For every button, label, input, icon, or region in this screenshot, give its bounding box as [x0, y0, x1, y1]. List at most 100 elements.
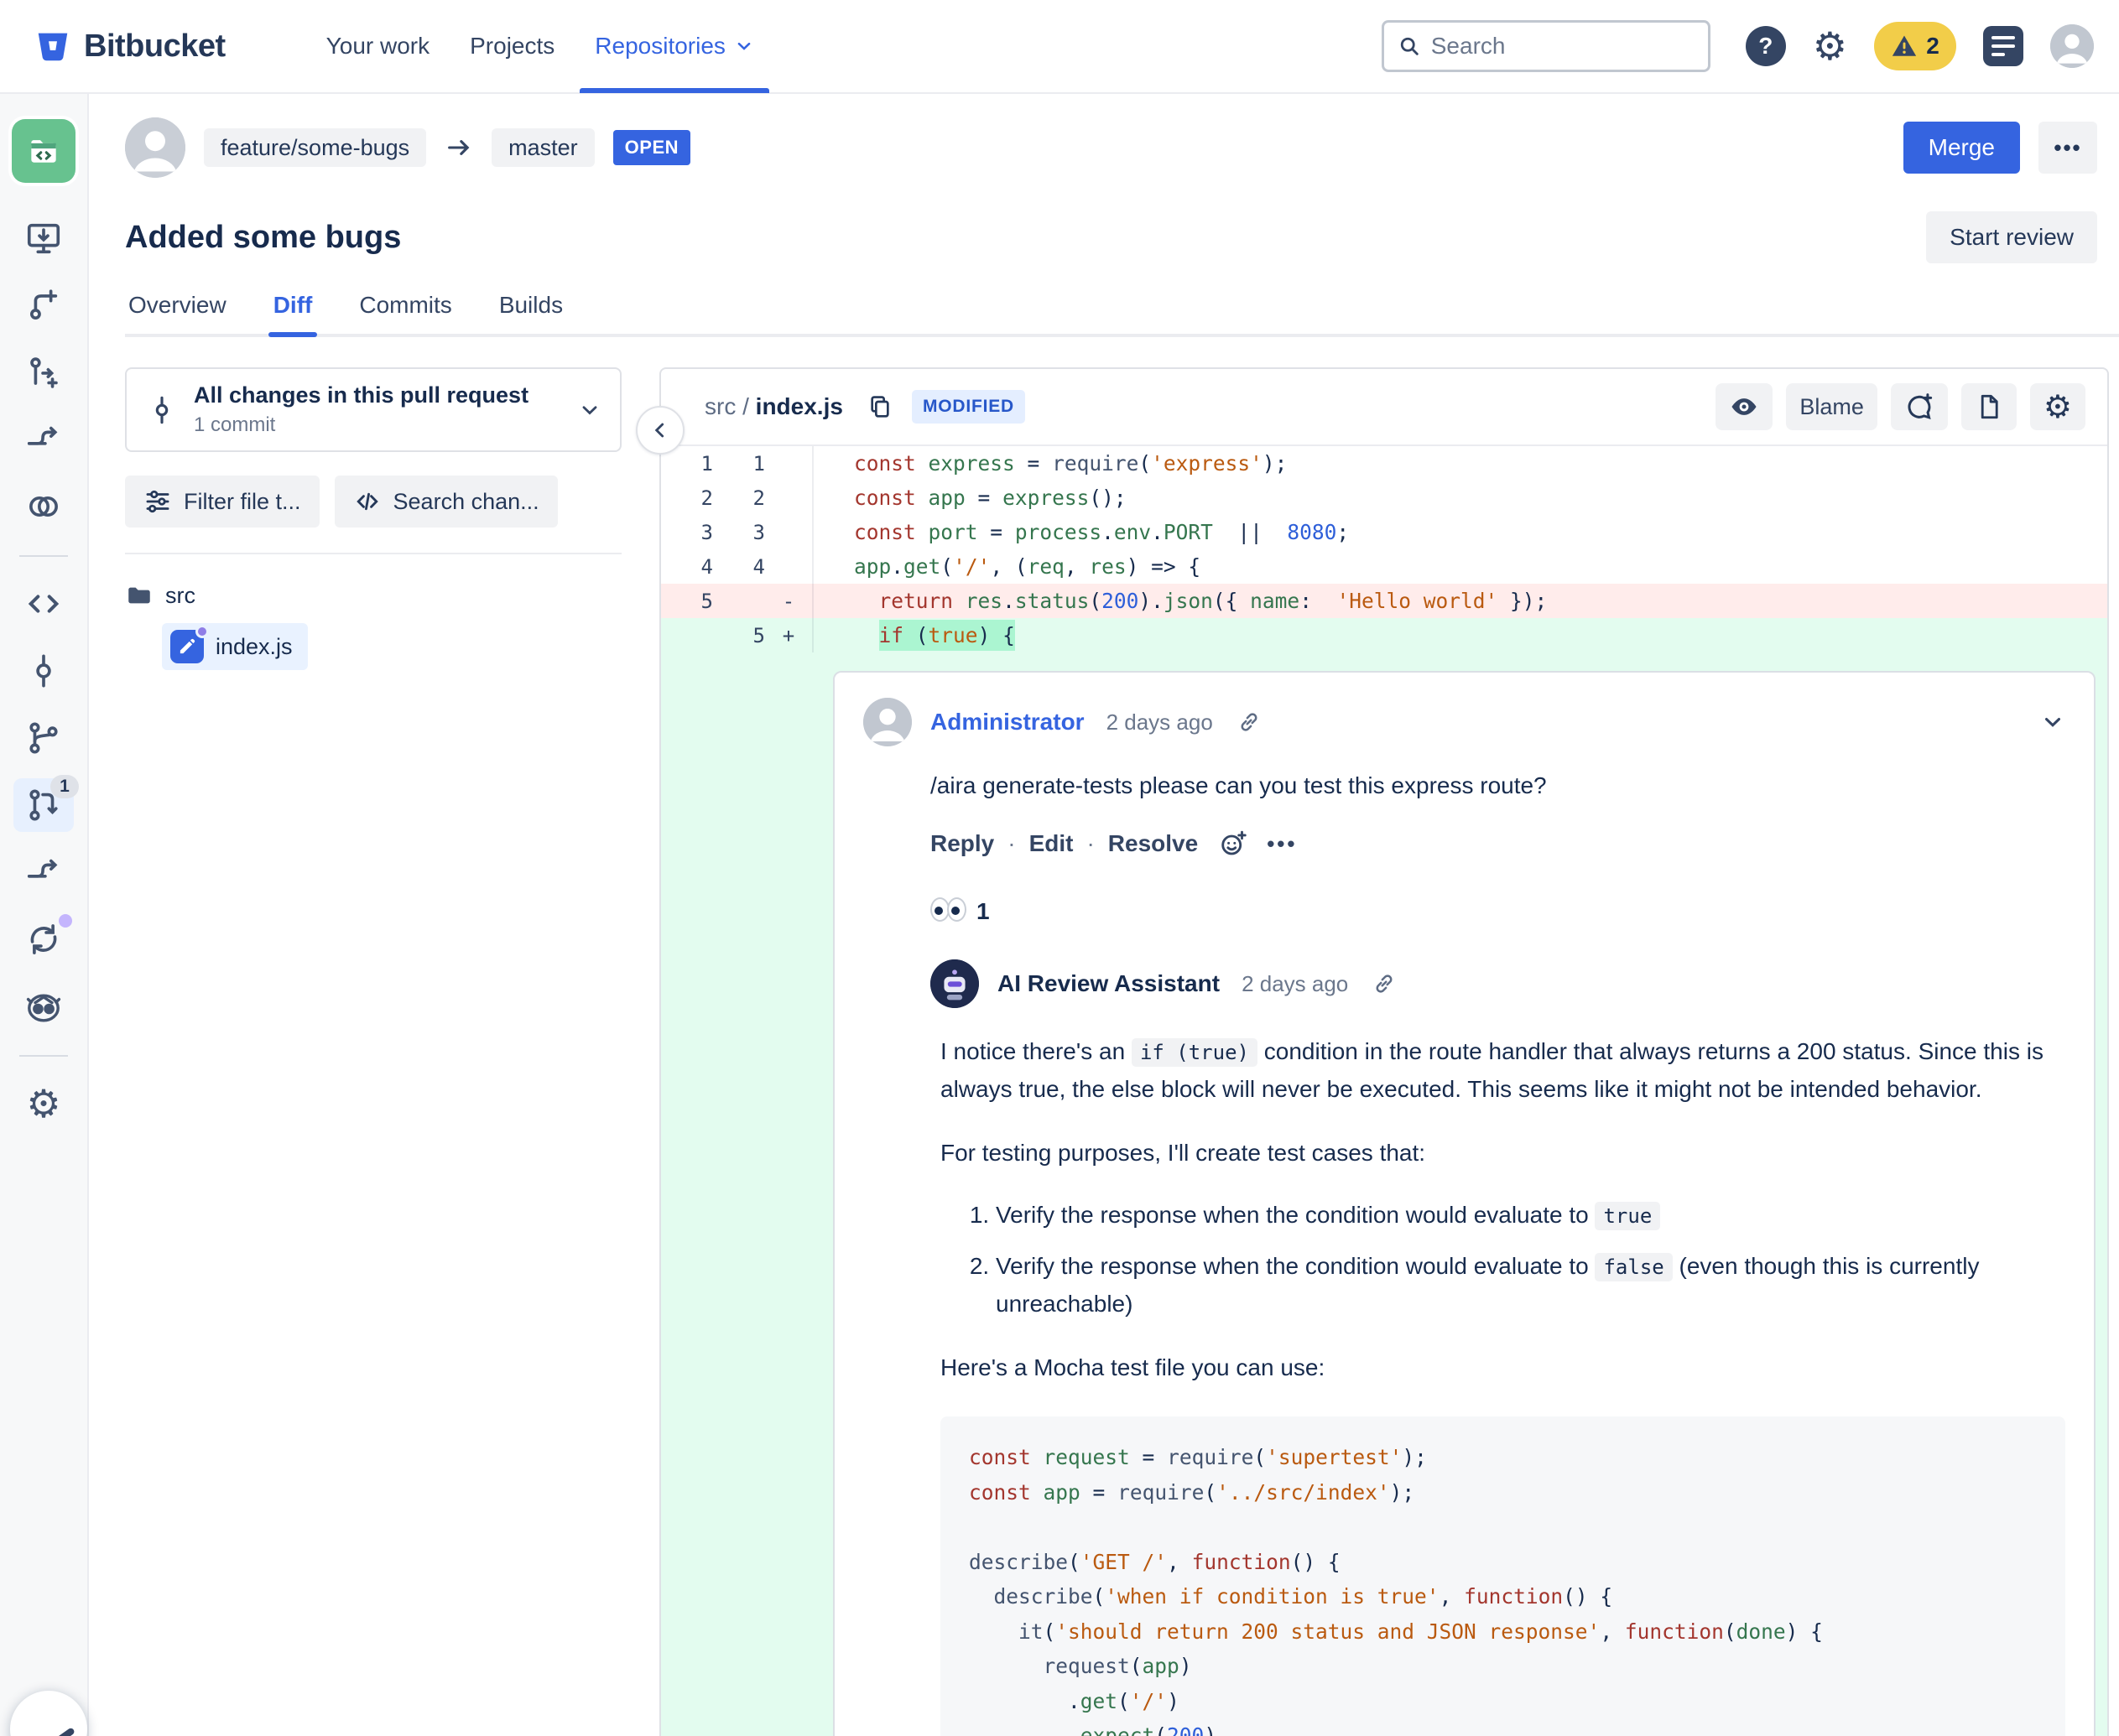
search-changes-button[interactable]: Search chan... — [334, 476, 558, 528]
reply-action[interactable]: Reply — [930, 830, 994, 857]
view-source-file-button[interactable] — [1960, 383, 2017, 430]
changed-files-panel: All changes in this pull request 1 commi… — [125, 367, 622, 670]
reply-paragraph: Here's a Mocha test file you can use: — [940, 1354, 1325, 1380]
code-line: const app = require('../src/index'); — [969, 1479, 1415, 1505]
pr-author-avatar — [125, 117, 185, 178]
add-comment-button[interactable] — [1890, 383, 1948, 430]
diff-line-content: app. get('/', (req, res) => { — [812, 549, 2107, 584]
search-input[interactable] — [1430, 33, 1695, 60]
reaction-pill[interactable]: 1 — [930, 897, 2065, 926]
nav-item-projects[interactable]: Projects — [450, 0, 575, 93]
action-separator: · — [1007, 830, 1016, 856]
edit-action[interactable]: Edit — [1029, 830, 1074, 857]
sidebar-create-branch-icon[interactable] — [13, 278, 74, 332]
sidebar-source-icon[interactable] — [13, 577, 74, 631]
tab-overview[interactable]: Overview — [128, 292, 226, 319]
diff-sign: - — [782, 589, 795, 613]
warnings-button[interactable]: 2 — [1874, 22, 1956, 70]
diff-line[interactable]: 5 + if (true) { — [661, 618, 2107, 652]
tab-commits[interactable]: Commits — [359, 292, 451, 319]
tab-diff[interactable]: Diff — [268, 292, 317, 337]
source-branch-chip[interactable]: feature/some-bugs — [204, 128, 427, 167]
new-line-number[interactable]: 5 — [713, 624, 765, 647]
tree-file-indexjs[interactable]: index.js — [162, 623, 308, 670]
commit-icon — [145, 393, 179, 427]
sidebar-create-pr-icon[interactable] — [13, 346, 74, 399]
diff-line[interactable]: 2 2 const app = express (); — [661, 481, 2107, 515]
old-line-number[interactable]: 5 — [661, 590, 713, 613]
sidebar-security-owl-icon[interactable] — [13, 980, 74, 1033]
sidebar-compare-icon[interactable] — [13, 480, 74, 533]
diff-line[interactable]: 4 4 app. get('/', (req, res) => { — [661, 549, 2107, 584]
old-line-number[interactable]: 2 — [661, 486, 713, 510]
permalink-icon[interactable] — [1237, 709, 1262, 735]
repository-avatar-icon[interactable] — [12, 119, 75, 183]
bitbucket-logo[interactable]: Bitbucket — [34, 27, 226, 65]
copy-path-icon[interactable] — [867, 393, 893, 420]
sidebar-divider — [19, 555, 68, 557]
old-line-number[interactable]: 1 — [661, 452, 713, 476]
resolve-action[interactable]: Resolve — [1108, 830, 1198, 857]
diff-line-content: const port = process. env. PORT || 8080; — [812, 515, 2107, 549]
help-icon[interactable]: ? — [1745, 26, 1786, 66]
tree-folder-src[interactable]: src — [125, 576, 622, 615]
file-breadcrumb: src / index.js — [705, 393, 843, 419]
user-avatar[interactable] — [2050, 24, 2094, 68]
pr-state-badge: OPEN — [612, 130, 691, 165]
sidebar-pull-requests-icon[interactable]: 1 — [13, 775, 79, 832]
code-search-icon — [353, 487, 382, 516]
file-label: index.js — [216, 633, 293, 659]
target-branch-chip[interactable]: master — [492, 128, 595, 167]
old-line-number[interactable]: 4 — [661, 555, 713, 579]
warning-triangle-icon — [1891, 33, 1918, 60]
blame-button[interactable]: Blame — [1786, 383, 1877, 430]
merge-button[interactable]: Merge — [1903, 122, 2020, 174]
gear-icon[interactable]: ⚙ — [1813, 27, 1847, 65]
new-line-number[interactable]: 3 — [713, 521, 765, 544]
reply-author[interactable]: AI Review Assistant — [997, 970, 1220, 997]
diff-line[interactable]: 3 3 const port = process. env. PORT || 8080; — [661, 515, 2107, 549]
view-file-eye-button[interactable] — [1716, 383, 1773, 430]
diff-settings-gear-icon[interactable]: ⚙ — [2029, 383, 2085, 430]
collapse-diff-button[interactable] — [636, 406, 685, 455]
old-line-number[interactable]: 3 — [661, 521, 713, 544]
pr-more-button[interactable]: ••• — [2038, 122, 2097, 174]
floating-widget[interactable] — [10, 1691, 87, 1736]
sidebar-deployments-icon[interactable] — [13, 845, 74, 899]
diff-line[interactable]: 1 1 const express = require('express'); — [661, 446, 2107, 481]
new-line-number[interactable]: 2 — [713, 486, 765, 510]
code-line: . expect(200) — [969, 1723, 1217, 1736]
filter-file-tree-button[interactable]: Filter file t... — [125, 476, 320, 528]
permalink-icon[interactable] — [1372, 971, 1397, 996]
chevron-down-icon — [578, 398, 601, 422]
feedback-icon[interactable] — [1983, 26, 2023, 66]
diff-line-content: return res. status(200). json({ name: 'Hel… — [812, 584, 2107, 618]
comment-author-avatar — [863, 698, 912, 746]
sidebar-pipelines-icon[interactable] — [13, 912, 74, 966]
sidebar-clone-icon[interactable] — [13, 211, 74, 265]
filter-icon — [143, 487, 172, 516]
sidebar-settings-gear-icon[interactable]: ⚙ — [13, 1077, 74, 1130]
diff-scope-selector[interactable]: All changes in this pull request 1 commi… — [125, 367, 622, 452]
collapse-thread-chevron-icon[interactable] — [2040, 709, 2065, 735]
sidebar-branches-icon[interactable] — [13, 711, 74, 765]
nav-item-repositories[interactable]: Repositories — [575, 0, 774, 93]
tab-builds[interactable]: Builds — [499, 292, 563, 319]
text-run: Verify the response when the condition w… — [996, 1202, 1596, 1228]
folder-label: src — [165, 582, 195, 608]
folder-icon — [125, 581, 154, 610]
sidebar-pipeline-icon[interactable] — [13, 413, 74, 466]
scope-subtitle: 1 commit — [194, 413, 276, 436]
global-search[interactable] — [1381, 20, 1710, 72]
filter-file-tree-label: Filter file t... — [184, 488, 301, 514]
sidebar-commits-icon[interactable] — [13, 644, 74, 698]
comment-author-link[interactable]: Administrator — [930, 709, 1085, 735]
nav-item-your-work[interactable]: Your work — [306, 0, 450, 93]
add-reaction-icon[interactable] — [1218, 829, 1248, 859]
comment-more-button[interactable]: ••• — [1267, 831, 1297, 857]
reply-list-item: Verify the response when the condition w… — [996, 1197, 2065, 1234]
diff-line[interactable]: 5 - return res. status(200). json({ name: '… — [661, 584, 2107, 618]
start-review-button[interactable]: Start review — [1926, 211, 2097, 263]
new-line-number[interactable]: 4 — [713, 555, 765, 579]
new-line-number[interactable]: 1 — [713, 452, 765, 476]
